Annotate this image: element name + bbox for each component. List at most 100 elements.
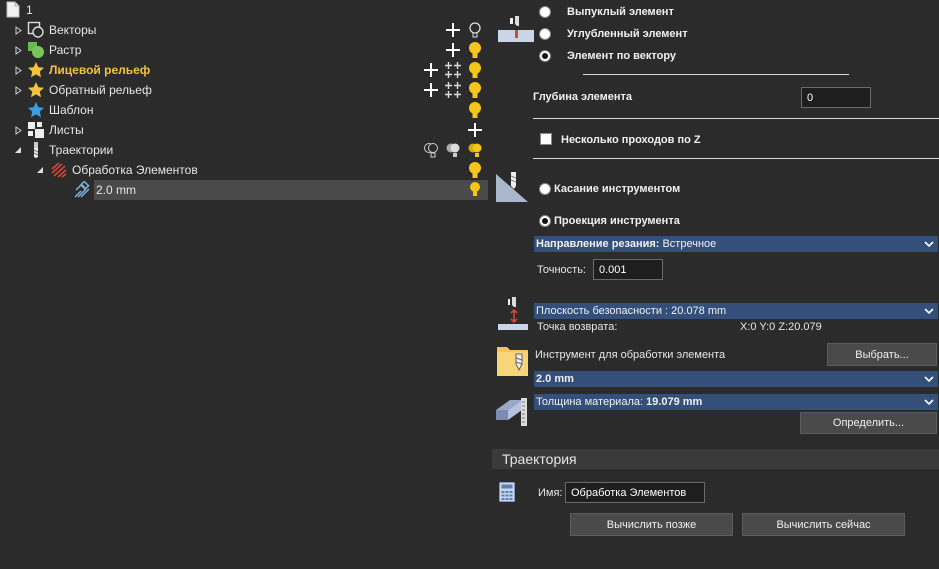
tool-contact-icon — [494, 170, 530, 204]
feature-machining-icon — [50, 161, 68, 179]
divider — [533, 118, 939, 119]
select-tool-button[interactable]: Выбрать... — [827, 343, 937, 366]
collapse-arrow-icon[interactable] — [14, 145, 22, 155]
raster-icon — [27, 41, 45, 59]
radio-button[interactable] — [539, 6, 551, 18]
chevron-down-icon — [924, 374, 934, 384]
define-material-button[interactable]: Определить... — [800, 412, 937, 434]
tree-root-label: 1 — [26, 3, 33, 17]
calculator-icon — [499, 482, 515, 502]
cut-direction-label: Направление резания: — [536, 238, 660, 250]
cut-direction-value: Встречное — [662, 238, 717, 250]
star-icon — [27, 81, 45, 99]
project-tree: 1 Векторы Растр Лицевой рельеф Обратный … — [0, 0, 490, 569]
multi-pass-checkbox[interactable] — [540, 133, 552, 145]
expand-arrow-icon[interactable] — [14, 25, 22, 35]
radio-concave[interactable]: Углубленный элемент — [539, 28, 688, 40]
tree-item-label: Растр — [49, 43, 82, 57]
radio-convex[interactable]: Выпуклый элемент — [539, 6, 674, 18]
name-label: Имя: — [538, 487, 563, 499]
radio-label: Углубленный элемент — [567, 28, 688, 40]
chevron-down-icon — [924, 397, 934, 407]
depth-input[interactable] — [801, 87, 871, 108]
expand-arrow-icon[interactable] — [14, 125, 22, 135]
return-point-label: Точка возврата: — [537, 321, 618, 333]
tool-dropdown[interactable]: 2.0 mm — [534, 371, 938, 387]
radio-vector-feature[interactable]: Элемент по вектору — [539, 50, 676, 62]
bulbs-on-icon[interactable] — [466, 141, 484, 159]
add-icon[interactable] — [444, 41, 462, 59]
tree-item-label: Шаблон — [49, 103, 94, 117]
tree-item-label: Траектории — [49, 143, 114, 157]
tree-item-raster[interactable]: Растр — [0, 40, 490, 60]
tree-item-label: Обработка Элементов — [72, 163, 198, 177]
radio-label: Касание инструментом — [554, 183, 681, 195]
material-dropdown[interactable]: Толщина материала: 19.079 mm — [534, 394, 938, 410]
add-icon[interactable] — [422, 81, 440, 99]
bulb-on-icon[interactable] — [466, 81, 484, 99]
bulb-on-icon[interactable] — [468, 181, 486, 199]
chevron-down-icon — [924, 306, 934, 316]
tree-item-vectors[interactable]: Векторы — [0, 20, 490, 40]
tree-root[interactable]: 1 — [0, 0, 490, 20]
bulb-on-icon[interactable] — [466, 41, 484, 59]
expand-arrow-icon[interactable] — [14, 65, 22, 75]
chevron-down-icon — [924, 239, 934, 249]
radio-button[interactable] — [539, 183, 551, 195]
tree-item-feature-machining[interactable]: Обработка Элементов — [0, 160, 490, 180]
divider — [583, 74, 849, 75]
bulb-on-icon[interactable] — [466, 61, 484, 79]
safe-plane-value: Плоскость безопасности : 20.078 mm — [536, 305, 727, 317]
expand-arrow-icon[interactable] — [14, 45, 22, 55]
calculate-now-button[interactable]: Вычислить сейчас — [742, 513, 905, 536]
radio-tool-contact[interactable]: Касание инструментом — [539, 183, 680, 195]
tree-item-sheets[interactable]: Листы — [0, 120, 490, 140]
tree-item-template[interactable]: Шаблон — [0, 100, 490, 120]
radio-label: Выпуклый элемент — [567, 6, 674, 18]
tree-item-label: Лицевой рельеф — [49, 63, 151, 77]
add-icon[interactable] — [422, 61, 440, 79]
tree-item-label: Листы — [49, 123, 84, 137]
expand-arrow-icon[interactable] — [14, 85, 22, 95]
material-value: 19.079 mm — [646, 396, 703, 408]
material-label: Толщина материала: — [536, 396, 644, 408]
tree-item-back-relief[interactable]: Обратный рельеф — [0, 80, 490, 100]
toolpath-settings-panel: Выпуклый элемент Углубленный элемент Эле… — [490, 0, 939, 569]
bulbs-mixed-icon[interactable] — [444, 141, 462, 159]
vectors-icon — [27, 21, 45, 39]
bulb-on-icon[interactable] — [466, 101, 484, 119]
add-icon[interactable] — [466, 121, 484, 139]
radio-tool-projection[interactable]: Проекция инструмента — [539, 215, 680, 227]
tree-item-front-relief[interactable]: Лицевой рельеф — [0, 60, 490, 80]
calculate-later-button[interactable]: Вычислить позже — [570, 513, 733, 536]
feature-type-icon — [496, 14, 536, 44]
star-icon — [27, 101, 45, 119]
tolerance-label: Точность: — [537, 264, 586, 276]
tree-item-toolpath-2mm[interactable]: 2.0 mm — [0, 180, 490, 200]
bulbs-off-icon[interactable] — [422, 141, 440, 159]
document-icon — [6, 1, 24, 19]
bulb-off-icon[interactable] — [466, 21, 484, 39]
cut-direction-dropdown[interactable]: Направление резания: Встречное — [534, 236, 938, 252]
add-icon[interactable] — [444, 21, 462, 39]
add-multiple-icon[interactable] — [444, 61, 462, 79]
radio-button-selected[interactable] — [539, 50, 551, 62]
radio-button-selected[interactable] — [539, 215, 551, 227]
safe-plane-dropdown[interactable]: Плоскость безопасности : 20.078 mm — [534, 303, 938, 319]
tool-value: 2.0 mm — [536, 373, 574, 385]
radio-button[interactable] — [539, 28, 551, 40]
trajectory-section-header: Траектория — [492, 449, 939, 469]
tree-item-label: 2.0 mm — [96, 183, 137, 197]
selection-highlight — [94, 180, 488, 200]
tree-item-toolpaths[interactable]: Траектории — [0, 140, 490, 160]
end-mill-icon — [27, 141, 45, 159]
add-multiple-icon[interactable] — [444, 81, 462, 99]
tree-item-label: Обратный рельеф — [49, 83, 152, 97]
toolpath-name-input[interactable] — [565, 482, 705, 503]
tool-label: Инструмент для обработки элемента — [535, 349, 726, 361]
divider — [533, 158, 939, 159]
bulb-on-icon[interactable] — [466, 161, 484, 179]
tolerance-input[interactable] — [593, 259, 663, 280]
sheets-icon — [27, 121, 45, 139]
collapse-arrow-icon[interactable] — [36, 165, 44, 175]
